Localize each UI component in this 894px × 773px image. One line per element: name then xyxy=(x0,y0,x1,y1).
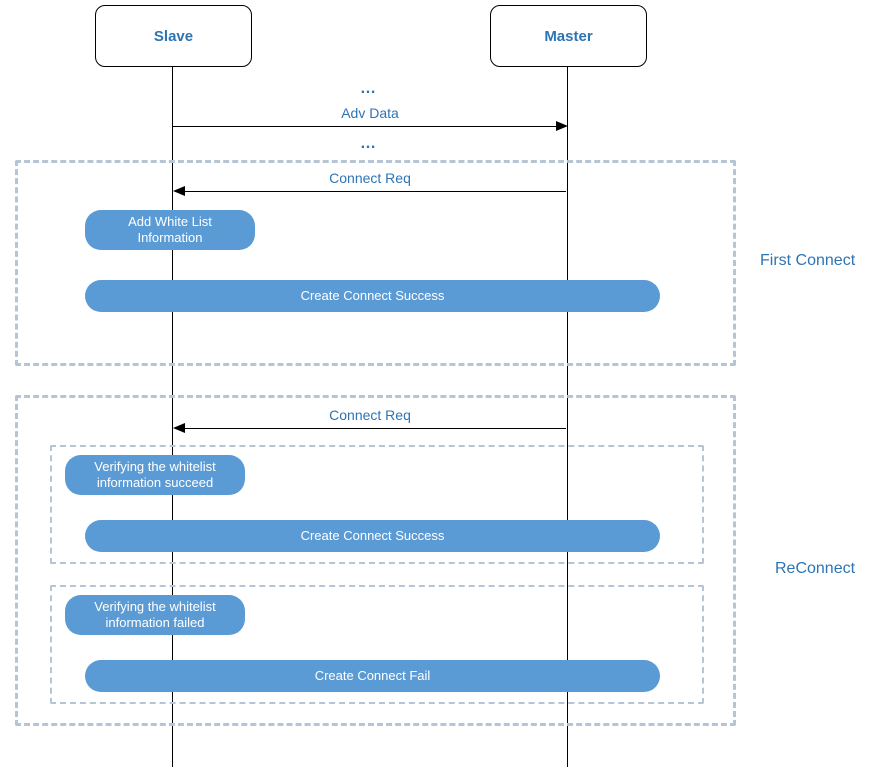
ellipsis-mid: … xyxy=(360,135,376,153)
pill-verify-succeed-label: Verifying the whitelist information succ… xyxy=(75,459,235,490)
msg-label-connect-req-1: Connect Req xyxy=(300,170,440,186)
pill-verify-failed-label: Verifying the whitelist information fail… xyxy=(75,599,235,630)
msg-adv-data-arrow xyxy=(556,121,568,131)
pill-create-success-2-label: Create Connect Success xyxy=(301,528,445,544)
msg-adv-data-line xyxy=(173,126,562,127)
group-first-connect-label: First Connect xyxy=(760,252,855,270)
pill-create-success-1-label: Create Connect Success xyxy=(301,288,445,304)
pill-create-success-1: Create Connect Success xyxy=(85,280,660,312)
msg-connect-req-1-line xyxy=(178,191,566,192)
msg-label-connect-req-2: Connect Req xyxy=(300,407,440,423)
pill-verify-failed: Verifying the whitelist information fail… xyxy=(65,595,245,635)
pill-add-whitelist: Add White List Information xyxy=(85,210,255,250)
pill-create-fail: Create Connect Fail xyxy=(85,660,660,692)
ellipsis-top: … xyxy=(360,80,376,98)
group-reconnect-label: ReConnect xyxy=(775,560,855,578)
msg-connect-req-1-arrow xyxy=(173,186,185,196)
actor-master: Master xyxy=(490,5,647,67)
pill-add-whitelist-label: Add White List Information xyxy=(95,214,245,245)
msg-label-adv-data: Adv Data xyxy=(300,105,440,121)
actor-master-label: Master xyxy=(544,28,592,45)
msg-connect-req-2-line xyxy=(178,428,566,429)
pill-create-fail-label: Create Connect Fail xyxy=(315,668,431,684)
msg-connect-req-2-arrow xyxy=(173,423,185,433)
pill-create-success-2: Create Connect Success xyxy=(85,520,660,552)
actor-slave: Slave xyxy=(95,5,252,67)
pill-verify-succeed: Verifying the whitelist information succ… xyxy=(65,455,245,495)
actor-slave-label: Slave xyxy=(154,28,193,45)
sequence-diagram: Slave Master … Adv Data … First Connect … xyxy=(0,0,894,773)
